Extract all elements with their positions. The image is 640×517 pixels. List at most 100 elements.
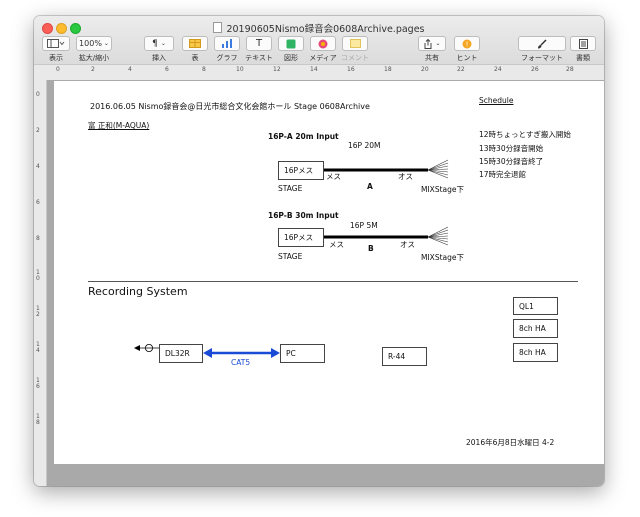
text-button[interactable]: T [246,36,272,51]
output-connector-icon [134,344,160,352]
ha-box-1[interactable]: 8ch HA [513,319,558,338]
document-header[interactable]: 2016.06.05 Nismo録音会@日光市総合文化会館ホール Stage 0… [90,101,370,112]
cable-a-box[interactable]: 16Pメス [278,161,324,180]
ql1-box[interactable]: QL1 [513,297,558,315]
ruler-mark: 20 [421,66,429,73]
vruler-mark: 1 8 [36,413,40,426]
document-label: 書類 [576,54,590,62]
sidebar-icon [47,39,65,48]
share-button[interactable]: ⌄ [418,36,446,51]
ruler-mark: 12 [273,66,281,73]
title-toolbar: 20190605Nismo録音会0608Archive.pages 表示 100… [34,16,604,81]
dl32r-label: DL32R [165,349,190,358]
cable-b-right[interactable]: MIXStage下 [421,252,464,263]
cable-b-box-label: 16Pメス [284,233,314,242]
cable-a-line[interactable] [324,159,452,181]
shape-button[interactable] [278,36,304,51]
document-page[interactable]: 2016.06.05 Nismo録音会@日光市総合文化会館ホール Stage 0… [54,81,604,464]
author-name[interactable]: 富 正和(M-AQUA) [88,120,149,131]
fanout-icon [427,159,449,179]
cable-b-box[interactable]: 16Pメス [278,228,324,247]
cat5-label[interactable]: CAT5 [231,358,250,367]
format-button[interactable] [518,36,566,51]
ruler-mark: 8 [202,66,206,73]
fanout-icon [427,226,449,246]
chevron-down-icon: ⌄ [103,40,109,47]
ha-label-1: 8ch HA [519,324,546,333]
comment-label: コメント [341,54,369,62]
ruler-mark: 10 [236,66,244,73]
cable-a-length[interactable]: 16P 20M [348,141,380,150]
ql1-label: QL1 [519,301,534,311]
ruler-mark: 16 [347,66,355,73]
ruler-mark: 18 [384,66,392,73]
vruler-mark: 1 4 [36,341,40,354]
pc-box[interactable]: PC [280,344,325,363]
section-divider [88,281,578,282]
vruler-mark: 8 [36,235,40,242]
r44-label: R-44 [388,352,406,361]
schedule-item[interactable]: 17時完全退館 [479,169,526,180]
cable-a-title[interactable]: 16P-A 20m Input [268,132,339,141]
text-icon: T [255,38,263,49]
zoom-select[interactable]: 100% ⌄ [76,36,112,51]
vertical-ruler[interactable]: 0 2 4 6 8 1 0 1 2 1 4 1 6 1 8 [34,80,47,486]
ruler-mark: 26 [531,66,539,73]
schedule-item[interactable]: 15時30分録音終了 [479,156,543,167]
pc-label: PC [286,349,296,358]
cable-b-line[interactable] [324,226,452,248]
document-button[interactable] [570,36,596,51]
page-footer[interactable]: 2016年6月8日水曜日 4-2 [466,437,554,448]
vruler-mark: 6 [36,199,40,206]
vruler-mark: 1 2 [36,305,40,318]
schedule-item[interactable]: 13時30分録音開始 [479,143,543,154]
svg-text:!: ! [466,40,469,48]
cable-a-right[interactable]: MIXStage下 [421,184,464,195]
paintbrush-icon [537,38,547,48]
zoom-value: 100% [79,39,102,48]
table-icon [189,39,201,48]
cable-b-left[interactable]: STAGE [278,252,302,261]
horizontal-ruler[interactable]: 0 2 4 6 8 10 12 14 16 18 20 22 24 26 28 [34,64,604,81]
ruler-mark: 24 [494,66,502,73]
cable-a-letter[interactable]: A [367,182,373,191]
vruler-mark: 1 6 [36,377,40,390]
recording-title[interactable]: Recording System [88,285,188,298]
cable-a-left[interactable]: STAGE [278,184,302,193]
ruler-mark: 4 [128,66,132,73]
vruler-mark: 0 [36,91,40,98]
dl32r-box[interactable]: DL32R [159,344,203,363]
shape-icon [286,39,296,48]
ruler-mark: 0 [56,66,60,73]
share-icon [424,38,432,49]
vruler-mark: 2 [36,127,40,134]
table-button[interactable] [182,36,208,51]
schedule-item[interactable]: 12時ちょっとすぎ搬入開始 [479,129,571,140]
vruler-mark: 4 [36,163,40,170]
r44-box[interactable]: R-44 [382,347,427,366]
pages-window: 20190605Nismo録音会0608Archive.pages 表示 100… [34,16,604,486]
tips-label: ヒント [456,54,478,62]
ruler-mark: 14 [310,66,318,73]
chevron-down-icon: ⌄ [160,40,166,47]
window-title: 20190605Nismo録音会0608Archive.pages [34,21,604,35]
cable-b-title[interactable]: 16P-B 30m Input [268,211,339,220]
media-button[interactable] [310,36,336,51]
comment-button[interactable] [342,36,368,51]
ha-box-2[interactable]: 8ch HA [513,343,558,362]
insert-button[interactable]: ¶ ⌄ [144,36,174,51]
ruler-mark: 22 [457,66,465,73]
view-button[interactable] [42,36,70,51]
bar-chart-icon [222,39,232,48]
tips-button[interactable]: ! [454,36,480,51]
schedule-title[interactable]: Schedule [479,96,513,105]
ruler-mark: 28 [566,66,574,73]
paragraph-icon: ¶ [152,38,158,49]
ruler-mark: 2 [91,66,95,73]
lightbulb-icon: ! [462,39,472,48]
chart-button[interactable] [214,36,240,51]
chevron-down-icon: ⌄ [435,40,441,47]
window-title-text: 20190605Nismo録音会0608Archive.pages [226,24,425,35]
comment-icon [349,39,361,48]
ha-label-2: 8ch HA [519,348,546,357]
